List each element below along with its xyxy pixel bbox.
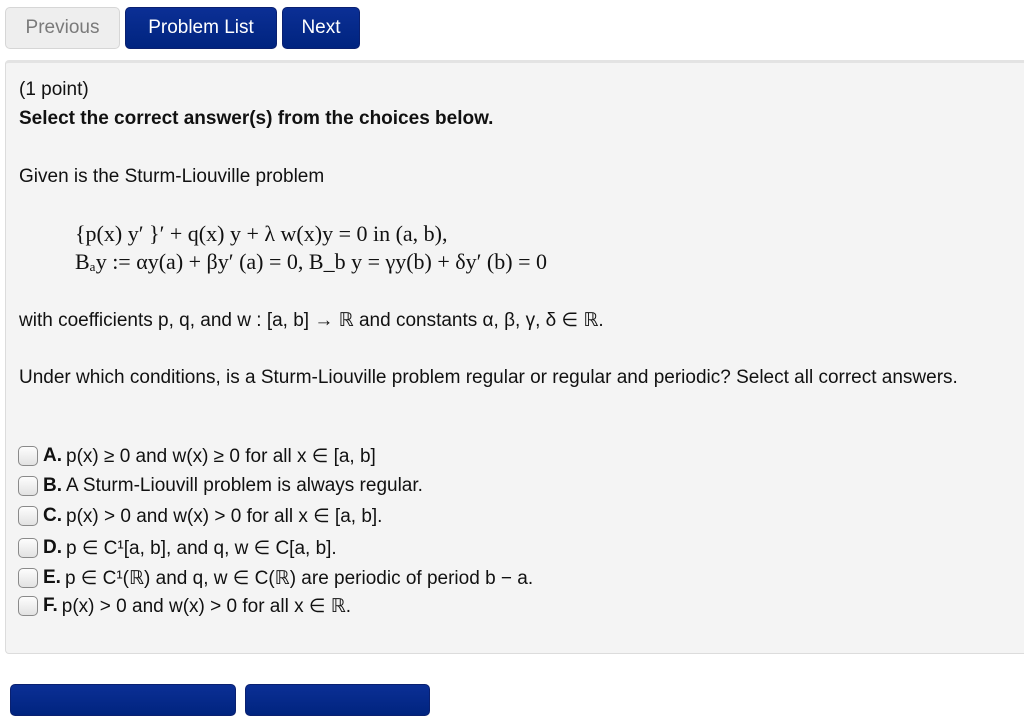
choice-letter: A. — [43, 445, 62, 466]
choice-letter: B. — [43, 475, 62, 496]
checkbox-b[interactable] — [18, 476, 38, 496]
choice-text: p(x) ≥ 0 and w(x) ≥ 0 for all x ∈ [a, b] — [66, 445, 376, 467]
checkbox-e[interactable] — [18, 568, 38, 588]
instruction-text: Select the correct answer(s) from the ch… — [19, 108, 494, 129]
choice-b[interactable]: B. A Sturm-Liouvill problem is always re… — [18, 473, 423, 499]
question-text: Under which conditions, is a Sturm-Liouv… — [19, 367, 958, 388]
submit-button[interactable] — [10, 684, 236, 716]
choice-a[interactable]: A. p(x) ≥ 0 and w(x) ≥ 0 for all x ∈ [a,… — [18, 443, 376, 469]
choice-text: p(x) > 0 and w(x) > 0 for all x ∈ [a, b]… — [66, 505, 383, 527]
next-button[interactable]: Next — [282, 7, 360, 49]
choice-letter: F. — [43, 595, 58, 616]
choice-letter: C. — [43, 505, 62, 526]
choice-text: p ∈ C¹(ℝ) and q, w ∈ C(ℝ) are periodic o… — [64, 567, 534, 589]
equation-line-2: Bₐy := αy(a) + βy′ (a) = 0, B_b y = γy(b… — [75, 249, 547, 274]
intro-text: Given is the Sturm-Liouville problem — [19, 166, 325, 187]
choice-text: p ∈ C¹[a, b], and q, w ∈ C[a, b]. — [66, 537, 337, 559]
choice-letter: E. — [43, 567, 61, 588]
checkbox-c[interactable] — [18, 506, 38, 526]
points-label: (1 point) — [19, 79, 89, 100]
coefficients-text: with coefficients p, q, and w : [a, b] →… — [19, 310, 604, 331]
choice-f[interactable]: F. p(x) > 0 and w(x) > 0 for all x ∈ ℝ. — [18, 593, 351, 619]
equation-line-1: {p(x) y′ }′ + q(x) y + λ w(x)y = 0 in (a… — [75, 221, 448, 246]
choice-d[interactable]: D. p ∈ C¹[a, b], and q, w ∈ C[a, b]. — [18, 535, 337, 561]
checkbox-d[interactable] — [18, 538, 38, 558]
checkbox-f[interactable] — [18, 596, 38, 616]
choice-text: p(x) > 0 and w(x) > 0 for all x ∈ ℝ. — [61, 595, 352, 617]
choice-e[interactable]: E. p ∈ C¹(ℝ) and q, w ∈ C(ℝ) are periodi… — [18, 565, 533, 591]
problem-list-button[interactable]: Problem List — [125, 7, 277, 49]
secondary-action-button[interactable] — [245, 684, 430, 716]
checkbox-a[interactable] — [18, 446, 38, 466]
choice-letter: D. — [43, 537, 62, 558]
choice-c[interactable]: C. p(x) > 0 and w(x) > 0 for all x ∈ [a,… — [18, 503, 382, 529]
previous-button[interactable]: Previous — [5, 7, 120, 49]
choice-text: A Sturm-Liouvill problem is always regul… — [66, 475, 423, 496]
